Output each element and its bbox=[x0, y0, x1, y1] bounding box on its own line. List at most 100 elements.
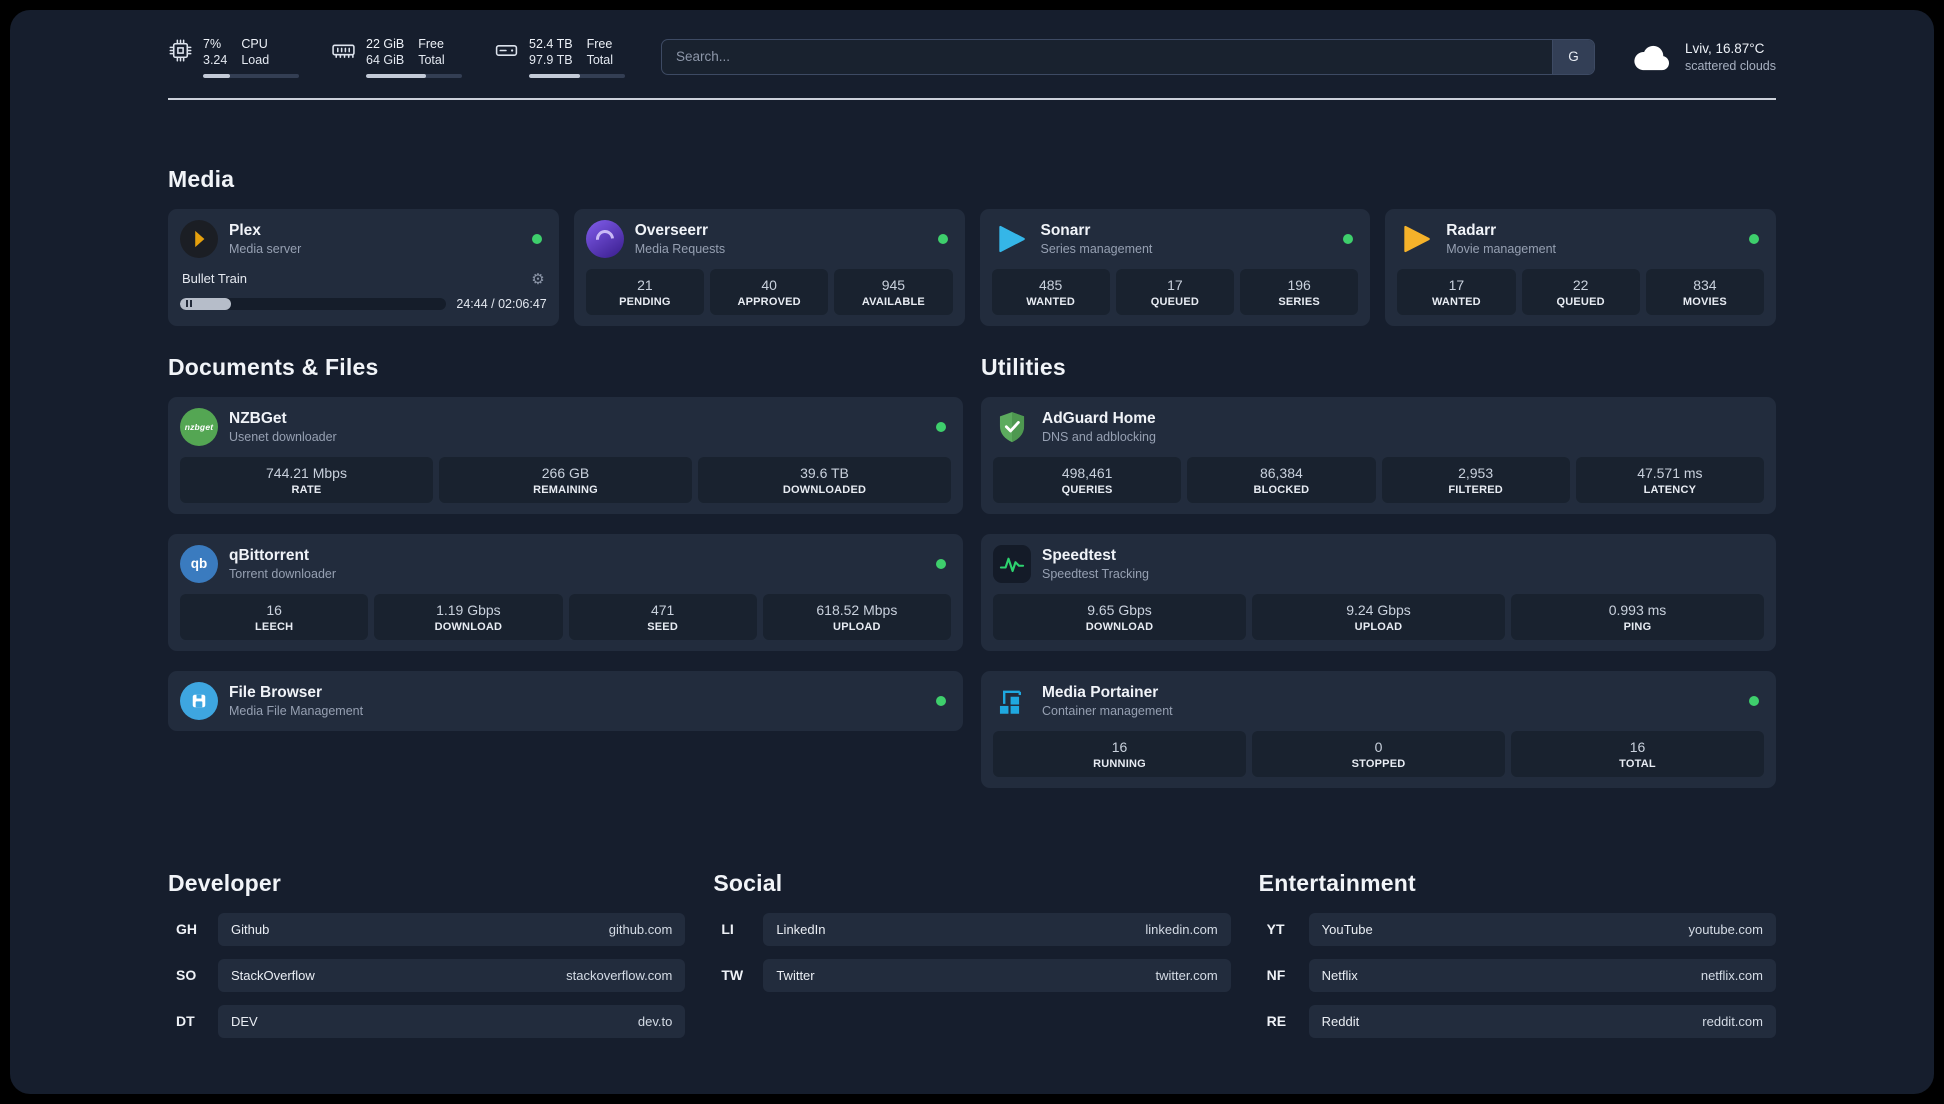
media-progress-bar[interactable] bbox=[180, 297, 447, 310]
service-name: Plex bbox=[229, 221, 261, 239]
stat-download: 1.19 Gbps DOWNLOAD bbox=[374, 593, 563, 640]
stackoverflow-icon: SO bbox=[176, 967, 197, 983]
bookmark-url: github.com bbox=[608, 921, 673, 937]
service-subtitle: Torrent downloader bbox=[229, 566, 337, 581]
ram-progress-bar bbox=[366, 73, 462, 78]
bookmark-netflix[interactable]: NF Netflix netflix.com bbox=[1259, 958, 1776, 992]
dashboard: 7% 3.24 CPU Load 22 GiB 64 GiB Free Tota… bbox=[10, 10, 1934, 1094]
bookmark-dev[interactable]: DT DEV dev.to bbox=[168, 1004, 686, 1038]
nzbget-icon: nzbget bbox=[180, 407, 218, 446]
bookmark-github[interactable]: GH Github github.com bbox=[168, 912, 686, 946]
weather-condition: scattered clouds bbox=[1684, 58, 1776, 73]
service-card-overseerr[interactable]: Overseerr Media Requests 21 PENDING 40 A… bbox=[573, 208, 965, 326]
bookmarks-social: Social LI LinkedIn linkedin.com TW Twitt… bbox=[713, 870, 1231, 1051]
cpu-progress-fill bbox=[203, 73, 230, 78]
service-card-filebrowser[interactable]: File Browser Media File Management bbox=[168, 670, 963, 731]
bookmark-name: DEV bbox=[231, 1013, 258, 1029]
cpu-percent: 7% bbox=[203, 37, 222, 51]
ram-label-bottom: Total bbox=[418, 53, 445, 68]
bookmark-url: twitter.com bbox=[1155, 967, 1218, 983]
service-card-speedtest[interactable]: Speedtest Speedtest Tracking 9.65 Gbps D… bbox=[981, 533, 1776, 651]
ram-progress-fill bbox=[366, 73, 426, 78]
status-dot-online bbox=[1343, 233, 1354, 244]
status-dot-online bbox=[936, 421, 946, 432]
service-card-plex[interactable]: Plex Media server Bullet Train ⚙ 24:44 /… bbox=[168, 208, 559, 326]
bookmark-youtube[interactable]: YT YouTube youtube.com bbox=[1259, 912, 1776, 946]
stat-upload: 618.52 Mbps UPLOAD bbox=[762, 593, 951, 640]
cpu-label-top: CPU bbox=[241, 37, 268, 51]
disk-label-top: Free bbox=[586, 37, 613, 51]
bookmark-name: StackOverflow bbox=[231, 967, 315, 983]
ram-widget: 22 GiB 64 GiB Free Total bbox=[331, 36, 462, 78]
bookmarks-developer: Developer GH Github github.com SO StackO… bbox=[168, 869, 686, 1051]
stat-wanted: 485 WANTED bbox=[991, 268, 1110, 315]
bookmark-url: dev.to bbox=[637, 1013, 673, 1029]
netflix-icon: NF bbox=[1266, 967, 1286, 983]
stat-approved: 40 APPROVED bbox=[710, 268, 829, 315]
bookmark-url: linkedin.com bbox=[1145, 921, 1218, 937]
service-card-qbittorrent[interactable]: qb qBittorrent Torrent downloader 16 LEE… bbox=[168, 533, 963, 651]
service-name: Radarr bbox=[1446, 221, 1497, 239]
github-icon: GH bbox=[176, 921, 197, 937]
search-input[interactable] bbox=[662, 39, 1552, 74]
service-card-portainer[interactable]: Media Portainer Container management 16 … bbox=[981, 670, 1776, 788]
service-name: qBittorrent bbox=[229, 546, 310, 564]
pause-icon[interactable] bbox=[186, 300, 192, 307]
service-name: Overseerr bbox=[634, 221, 709, 239]
search-bar: G bbox=[661, 38, 1595, 75]
bookmark-linkedin[interactable]: LI LinkedIn linkedin.com bbox=[713, 912, 1231, 946]
media-section: Media Plex Media server Bullet Train ⚙ 2… bbox=[168, 166, 1776, 326]
service-subtitle: Media File Management bbox=[229, 703, 364, 718]
service-card-nzbget[interactable]: nzbget NZBGet Usenet downloader 744.21 M… bbox=[168, 396, 963, 514]
cloud-icon bbox=[1631, 42, 1673, 72]
bookmark-twitter[interactable]: TW Twitter twitter.com bbox=[713, 958, 1231, 992]
stat-available: 945 AVAILABLE bbox=[834, 268, 953, 315]
service-card-adguard[interactable]: AdGuard Home DNS and adblocking 498,461 … bbox=[981, 396, 1776, 514]
cpu-widget: 7% 3.24 CPU Load bbox=[168, 36, 299, 78]
twitter-icon: TW bbox=[721, 967, 744, 983]
disk-label-bottom: Total bbox=[586, 53, 613, 68]
documents-section: Documents & Files nzbget NZBGet Usenet d… bbox=[168, 354, 963, 751]
disk-progress-fill bbox=[529, 73, 580, 78]
service-name: Sonarr bbox=[1040, 221, 1091, 239]
overseerr-icon bbox=[585, 219, 624, 258]
youtube-icon: YT bbox=[1266, 921, 1285, 937]
bookmark-name: Twitter bbox=[776, 967, 815, 983]
gear-icon[interactable]: ⚙ bbox=[531, 270, 544, 288]
stat-download: 9.65 Gbps DOWNLOAD bbox=[993, 593, 1246, 640]
section-title-developer: Developer bbox=[168, 869, 282, 896]
stat-leech: 16 LEECH bbox=[180, 593, 369, 640]
search-engine-button[interactable]: G bbox=[1551, 39, 1594, 74]
bookmark-url: reddit.com bbox=[1702, 1013, 1763, 1029]
service-subtitle: DNS and adblocking bbox=[1042, 429, 1156, 444]
stat-total: 16 TOTAL bbox=[1511, 730, 1764, 777]
weather-location: Lviv, 16.87°C bbox=[1684, 40, 1765, 56]
ram-label-top: Free bbox=[418, 37, 444, 51]
system-resources: 7% 3.24 CPU Load 22 GiB 64 GiB Free Tota… bbox=[168, 36, 625, 78]
service-subtitle: Speedtest Tracking bbox=[1042, 566, 1150, 581]
service-subtitle: Series management bbox=[1040, 241, 1153, 256]
bookmark-name: LinkedIn bbox=[776, 921, 826, 937]
dev-icon: DT bbox=[176, 1013, 195, 1029]
stat-remaining: 266 GB REMAINING bbox=[439, 456, 692, 503]
service-card-sonarr[interactable]: Sonarr Series management 485 WANTED 17 Q… bbox=[979, 208, 1371, 326]
stat-seed: 471 SEED bbox=[568, 593, 757, 640]
plex-now-playing-widget: Bullet Train ⚙ 24:44 / 02:06:47 bbox=[180, 270, 547, 311]
service-card-radarr[interactable]: Radarr Movie management 17 WANTED 22 QUE… bbox=[1385, 208, 1776, 326]
bookmark-name: YouTube bbox=[1321, 921, 1373, 937]
bookmark-url: youtube.com bbox=[1688, 921, 1763, 937]
bookmark-url: netflix.com bbox=[1700, 967, 1763, 983]
stat-queued: 22 QUEUED bbox=[1521, 268, 1640, 315]
stat-movies: 834 MOVIES bbox=[1645, 268, 1764, 315]
ram-free: 22 GiB bbox=[366, 37, 405, 51]
weather-widget[interactable]: Lviv, 16.87°C scattered clouds bbox=[1631, 41, 1776, 73]
service-subtitle: Media server bbox=[229, 241, 302, 256]
service-name: AdGuard Home bbox=[1042, 409, 1156, 427]
stat-blocked: 86,384 BLOCKED bbox=[1187, 456, 1376, 503]
ram-icon bbox=[331, 38, 356, 63]
bookmark-stackoverflow[interactable]: SO StackOverflow stackoverflow.com bbox=[168, 958, 686, 992]
service-name: Speedtest bbox=[1042, 546, 1117, 564]
bookmark-reddit[interactable]: RE Reddit reddit.com bbox=[1259, 1004, 1776, 1038]
now-playing-title: Bullet Train bbox=[182, 271, 248, 286]
ram-total: 64 GiB bbox=[366, 53, 405, 68]
